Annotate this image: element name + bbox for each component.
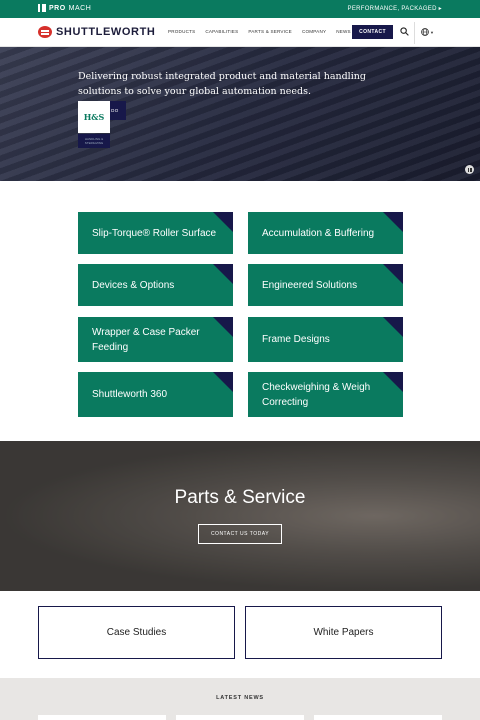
tile-label: Wrapper & Case Packer Feeding [92,326,200,353]
contact-button[interactable]: CONTACT [352,25,393,39]
promach-logo-prefix: PRO [49,4,66,12]
news-card[interactable] [38,715,166,720]
chevron-down-icon: ▼ [430,29,434,35]
tile-label: Slip-Torque® Roller Surface [92,227,217,239]
tile-corner [383,264,403,284]
shuttleworth-logo[interactable]: SHUTTLEWORTH [38,26,155,38]
parts-service-title: Parts & Service [174,487,306,508]
tile-label: Checkweighing & Weigh Correcting [262,381,371,408]
news-card[interactable] [314,715,442,720]
globe-icon [421,28,429,36]
shuttleworth-mark-icon [38,26,52,38]
tile-corner [213,264,233,284]
tile-accumulation-buffering[interactable]: Accumulation & Buffering [248,212,403,254]
tile-corner [213,317,233,337]
tile-corner [213,372,233,392]
language-selector[interactable]: ▼ [421,28,434,36]
tile-wrapper-case-packer[interactable]: Wrapper & Case Packer Feeding [78,317,233,362]
main-nav: PRODUCTS CAPABILITIES PARTS & SERVICE CO… [168,29,377,34]
parts-service-banner: Parts & Service CONTACT US TODAY [0,441,480,591]
tile-checkweighing[interactable]: Checkweighing & Weigh Correcting [248,372,403,417]
tile-devices-options[interactable]: Devices & Options [78,264,233,306]
tile-slip-torque[interactable]: Slip-Torque® Roller Surface [78,212,233,254]
chevron-right-icon: ▸ [436,6,442,12]
nav-item-parts-service[interactable]: PARTS & SERVICE [248,29,292,34]
promach-tagline[interactable]: PERFORMANCE, PACKAGED ▸ [348,5,442,12]
hero-text: Delivering robust integrated product and… [78,71,366,97]
tile-frame-designs[interactable]: Frame Designs [248,317,403,362]
nav-item-capabilities[interactable]: CAPABILITIES [205,29,238,34]
hs-badge-subtitle: HANDLING & STERILIZING [78,134,110,148]
promach-logo[interactable]: PRO MACH [38,4,91,12]
tile-corner [383,212,403,232]
tagline-text: PERFORMANCE, PACKAGED [347,6,437,12]
tile-label: Shuttleworth 360 [92,389,168,400]
white-papers-link[interactable]: White Papers [245,606,442,659]
contact-us-today-button[interactable]: CONTACT US TODAY [198,524,282,544]
pause-icon[interactable] [465,165,474,174]
header-divider [414,22,415,44]
tile-label: Devices & Options [92,279,175,291]
latest-news-title: LATEST NEWS [216,695,264,701]
tile-label: Engineered Solutions [262,279,358,291]
tile-shuttleworth-360[interactable]: Shuttleworth 360 [78,372,233,417]
promach-logo-suffix: MACH [68,4,92,12]
tile-corner [213,212,233,232]
tile-engineered-solutions[interactable]: Engineered Solutions [248,264,403,306]
brand-name: SHUTTLEWORTH [56,26,156,38]
news-card[interactable] [176,715,304,720]
nav-item-company[interactable]: COMPANY [302,29,326,34]
tile-label: Frame Designs [262,334,330,345]
case-studies-link[interactable]: Case Studies [38,606,235,659]
nav-item-products[interactable]: PRODUCTS [168,29,195,34]
search-icon[interactable] [400,27,409,36]
site-header: SHUTTLEWORTH PRODUCTS CAPABILITIES PARTS… [0,18,480,47]
tile-label: Accumulation & Buffering [262,227,375,239]
hs-badge[interactable]: H&S [78,101,110,133]
tile-corner [383,317,403,337]
tile-corner [383,372,403,392]
promach-top-bar: PRO MACH PERFORMANCE, PACKAGED ▸ [0,0,480,18]
promach-mark-icon [38,4,46,12]
hero-banner: Delivering robust integrated product and… [0,47,480,181]
latest-news-section: LATEST NEWS [0,678,480,720]
